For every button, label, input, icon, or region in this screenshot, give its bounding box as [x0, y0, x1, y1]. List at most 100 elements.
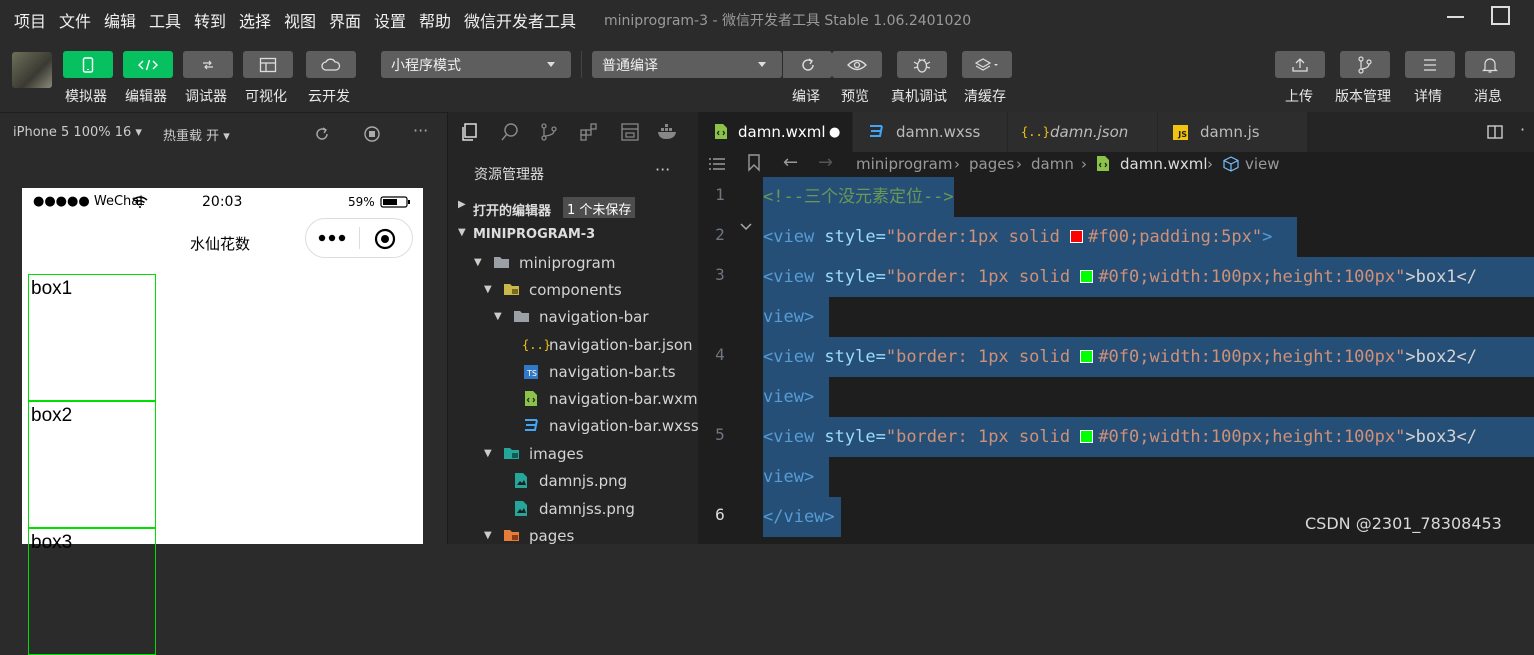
- forward-arrow-icon[interactable]: →: [818, 152, 833, 173]
- color-swatch-green[interactable]: [1080, 270, 1094, 283]
- menu-settings[interactable]: 设置: [374, 8, 406, 32]
- back-arrow-icon[interactable]: ←: [783, 152, 798, 173]
- tree-item-pages[interactable]: ▼ pages: [448, 522, 699, 549]
- version-control-button[interactable]: [1340, 51, 1390, 78]
- tree-item-components[interactable]: ▼ components: [448, 276, 699, 303]
- code-line-3-wrap[interactable]: view>: [763, 297, 829, 337]
- menu-edit[interactable]: 编辑: [104, 8, 136, 32]
- chevron-right-icon: ›: [1081, 155, 1087, 173]
- eye-icon: [847, 59, 867, 70]
- menu-view[interactable]: 视图: [284, 8, 316, 32]
- code-line-5-wrap[interactable]: view>: [763, 457, 829, 497]
- breadcrumb-item[interactable]: damn: [1031, 155, 1074, 173]
- code-string: "border:1px solid: [885, 227, 1071, 247]
- compile-button[interactable]: [783, 51, 832, 78]
- tree-item-damnjss-png[interactable]: damnjss.png: [448, 495, 699, 522]
- modified-dot-icon[interactable]: ●: [829, 125, 840, 140]
- breadcrumb-item[interactable]: damn.wxml: [1120, 155, 1208, 173]
- details-label: 详情: [1414, 89, 1442, 105]
- color-swatch-red[interactable]: [1070, 230, 1084, 243]
- tab-damn-js[interactable]: JS damn.js: [1158, 112, 1308, 152]
- tree-item-navigation-bar-ts[interactable]: TS navigation-bar.ts: [448, 358, 699, 385]
- fold-chevron-icon[interactable]: [739, 222, 753, 232]
- menu-select[interactable]: 选择: [239, 8, 271, 32]
- code-line-4-wrap[interactable]: view>: [763, 377, 829, 417]
- color-swatch-green[interactable]: [1080, 350, 1094, 363]
- box-2: box2: [28, 401, 156, 528]
- tab-damn-json[interactable]: {..} damn.json: [1008, 112, 1158, 152]
- tree-item-label: navigation-bar.wxml: [549, 389, 702, 408]
- breadcrumb-item[interactable]: pages: [969, 155, 1014, 173]
- code-text: >box2</: [1405, 347, 1478, 367]
- layout-panel-icon[interactable]: [620, 122, 640, 142]
- tree-item-navigation-bar-json[interactable]: {..} navigation-bar.json: [448, 331, 699, 358]
- bookmark-icon[interactable]: [747, 154, 761, 172]
- details-button[interactable]: [1405, 51, 1455, 78]
- mode-select[interactable]: 小程序模式: [381, 51, 571, 78]
- tree-item-label: components: [529, 280, 622, 299]
- cloud-dev-button[interactable]: [306, 51, 356, 78]
- upload-button[interactable]: [1275, 51, 1325, 78]
- docker-icon[interactable]: [656, 122, 680, 142]
- code-line-6[interactable]: </view>: [763, 497, 841, 537]
- remote-debug-button[interactable]: [897, 51, 947, 78]
- open-editors-section[interactable]: ▶ 打开的编辑器 1 个未保存: [448, 194, 699, 221]
- box-1-label: box1: [31, 278, 73, 299]
- compile-mode-select[interactable]: 普通编译: [592, 51, 782, 78]
- code-line-2[interactable]: <view style="border:1px solid #f00;paddi…: [763, 217, 1297, 257]
- project-section[interactable]: ▼ MINIPROGRAM-3: [448, 221, 699, 248]
- menu-help[interactable]: 帮助: [419, 8, 451, 32]
- breadcrumb-item[interactable]: miniprogram: [856, 155, 952, 173]
- device-select[interactable]: iPhone 5 100% 16 ▾: [13, 125, 142, 140]
- messages-button[interactable]: [1465, 51, 1515, 78]
- code-line-5[interactable]: <view style="border: 1px solid #0f0;widt…: [763, 417, 1534, 457]
- tab-damn-wxss[interactable]: damn.wxss: [853, 112, 1008, 152]
- breadcrumb-item[interactable]: view: [1245, 155, 1280, 173]
- list-icon[interactable]: [708, 157, 726, 171]
- reload-icon[interactable]: [313, 125, 331, 143]
- more-dots-icon[interactable]: [318, 233, 348, 243]
- editor-toggle-button[interactable]: [123, 51, 173, 78]
- color-swatch-green[interactable]: [1080, 430, 1094, 443]
- clear-cache-button[interactable]: [962, 51, 1012, 78]
- visualization-toggle-button[interactable]: [243, 51, 293, 78]
- editor-more-icon[interactable]: ·: [1520, 120, 1525, 139]
- minimize-button[interactable]: [1447, 16, 1464, 18]
- tree-item-navigation-bar-wxml[interactable]: navigation-bar.wxml: [448, 385, 702, 412]
- explorer-more-icon[interactable]: ···: [655, 160, 670, 179]
- menu-goto[interactable]: 转到: [194, 8, 226, 32]
- tree-item-damnjs-png[interactable]: damnjs.png: [448, 467, 699, 494]
- folder-images-icon: [504, 448, 519, 459]
- simulator-toggle-button[interactable]: [63, 51, 113, 78]
- code-line-1[interactable]: <!--三个没元素定位-->: [763, 177, 954, 217]
- tree-item-miniprogram[interactable]: ▼ miniprogram: [448, 249, 699, 276]
- debugger-toggle-button[interactable]: [183, 51, 233, 78]
- hot-reload-toggle[interactable]: 热重载 开 ▾: [163, 125, 230, 144]
- source-control-icon[interactable]: [539, 122, 559, 142]
- stop-icon[interactable]: [363, 125, 381, 143]
- preview-button[interactable]: [832, 51, 882, 78]
- capsule-button[interactable]: [305, 218, 413, 258]
- tree-item-navigation-bar-wxss[interactable]: navigation-bar.wxss: [448, 412, 699, 439]
- extensions-icon[interactable]: [579, 122, 599, 142]
- files-icon[interactable]: [460, 122, 480, 142]
- code-string: #0f0;width:100px;height:100px": [1098, 267, 1406, 287]
- project-label: MINIPROGRAM-3: [473, 227, 596, 242]
- tab-damn-wxml[interactable]: damn.wxml ●: [698, 112, 853, 152]
- menu-file[interactable]: 文件: [59, 8, 91, 32]
- more-icon[interactable]: ···: [413, 121, 428, 140]
- menu-wechat-devtools[interactable]: 微信开发者工具: [464, 8, 576, 32]
- tree-item-images[interactable]: ▼ images: [448, 440, 699, 467]
- menu-tools[interactable]: 工具: [149, 8, 181, 32]
- code-line-3[interactable]: <view style="border: 1px solid #0f0;widt…: [763, 257, 1534, 297]
- menu-interface[interactable]: 界面: [329, 8, 361, 32]
- avatar[interactable]: [12, 52, 52, 88]
- code-tag: <view: [763, 227, 815, 247]
- close-target-icon[interactable]: [374, 228, 396, 250]
- maximize-button[interactable]: [1491, 6, 1510, 25]
- menu-project[interactable]: 项目: [14, 8, 46, 32]
- tree-item-navigation-bar[interactable]: ▼ navigation-bar: [448, 303, 699, 330]
- search-icon[interactable]: [500, 122, 520, 142]
- split-editor-icon[interactable]: [1486, 123, 1504, 141]
- code-line-4[interactable]: <view style="border: 1px solid #0f0;widt…: [763, 337, 1534, 377]
